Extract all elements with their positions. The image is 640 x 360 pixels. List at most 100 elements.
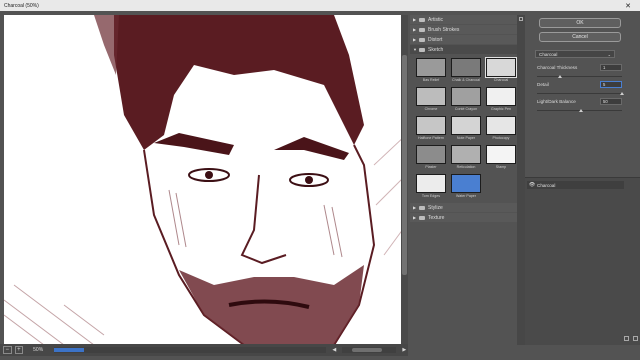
filter-thumb[interactable]: Water Paper: [450, 174, 482, 198]
folder-brush-strokes[interactable]: ▶ Brush Strokes: [410, 25, 517, 34]
folder-label: Texture: [428, 214, 445, 221]
filter-thumb[interactable]: Chrome: [415, 87, 447, 111]
chevron-down-icon: ⌄: [607, 51, 611, 57]
filter-thumb-image: [451, 174, 481, 193]
filter-options: OK Cancel Charcoal ⌄ Charcoal Thickness 1…: [525, 15, 640, 180]
zoom-track[interactable]: [54, 347, 327, 353]
status-bar: − + 50% ◀ ▶: [0, 344, 408, 356]
filter-thumb-label: Halftone Pattern: [418, 136, 444, 140]
folder-texture[interactable]: ▶ Texture: [410, 213, 517, 222]
filter-thumb-label: Chrome: [424, 107, 438, 111]
filter-thumb-label: Water Paper: [455, 194, 477, 198]
effect-layers-panel: 👁 Charcoal: [525, 177, 640, 345]
folder-label: Distort: [428, 36, 443, 43]
filter-thumb-image: [416, 116, 446, 135]
filter-thumb-label: Note Paper: [456, 136, 476, 140]
layer-actions: [527, 336, 638, 343]
folder-distort[interactable]: ▶ Distort: [410, 35, 517, 44]
param-label: Light/Dark Balance: [537, 99, 576, 104]
param-slider[interactable]: [537, 76, 622, 77]
vertical-scroll-thumb[interactable]: [402, 55, 407, 275]
scroll-right-icon[interactable]: ▶: [400, 347, 408, 353]
panel-toggle[interactable]: [517, 15, 525, 345]
zoom-in-button[interactable]: +: [14, 346, 24, 354]
filter-thumb-image: [485, 57, 517, 78]
folder-label: Artistic: [428, 16, 443, 23]
scroll-left-icon[interactable]: ◀: [330, 347, 338, 353]
param-slider-knob[interactable]: [620, 92, 624, 95]
filter-select[interactable]: Charcoal ⌄: [535, 50, 615, 58]
filter-thumb-image: [451, 116, 481, 135]
filter-thumb-label: Plaster: [425, 165, 437, 169]
folder-label: Sketch: [428, 46, 444, 53]
param-label: Detail: [537, 82, 549, 87]
horizontal-scrollbar[interactable]: [342, 347, 397, 353]
param-value-input[interactable]: 5: [600, 81, 622, 88]
filter-thumb-image: [416, 87, 446, 106]
folder-icon: [419, 205, 425, 210]
new-effect-layer-icon[interactable]: [624, 336, 629, 341]
zoom-level[interactable]: 50%: [33, 347, 50, 353]
window-title: Charcoal (50%): [4, 2, 39, 9]
param-slider[interactable]: [537, 93, 622, 94]
filter-thumb-image: [451, 87, 481, 106]
param-value-input[interactable]: 50: [600, 98, 622, 105]
filter-thumb[interactable]: Graphic Pen: [485, 87, 517, 111]
folder-label: Brush Strokes: [428, 26, 460, 33]
filter-thumb-label: Stamp: [495, 165, 507, 169]
filter-thumb[interactable]: Halftone Pattern: [415, 116, 447, 140]
minus-icon: −: [5, 347, 10, 353]
folder-stylize[interactable]: ▶ Stylize: [410, 203, 517, 212]
filter-thumb-image: [451, 58, 481, 77]
filter-thumb[interactable]: Reticulation: [450, 145, 482, 169]
effect-layer-charcoal[interactable]: 👁 Charcoal: [527, 181, 624, 189]
filter-thumb-label: Reticulation: [456, 165, 476, 169]
folder-icon: [419, 47, 425, 52]
delete-effect-layer-icon[interactable]: [633, 336, 638, 341]
charcoal-preview-image: [4, 15, 406, 345]
vertical-scrollbar[interactable]: [401, 15, 408, 345]
filter-thumb-image: [416, 58, 446, 77]
folder-icon: [419, 37, 425, 42]
filter-thumb[interactable]: Conté Crayon: [450, 87, 482, 111]
filter-thumb[interactable]: Torn Edges: [415, 174, 447, 198]
folder-artistic[interactable]: ▶ Artistic: [410, 15, 517, 24]
filter-thumb-image: [486, 116, 516, 135]
param-2: Light/Dark Balance 50: [537, 98, 622, 112]
preview-canvas[interactable]: [4, 15, 406, 345]
zoom-fill: [54, 348, 85, 352]
filter-thumb[interactable]: Charcoal: [485, 57, 517, 82]
cancel-button[interactable]: Cancel: [539, 32, 621, 42]
filter-thumb[interactable]: Chalk & Charcoal: [450, 58, 482, 82]
param-slider-knob[interactable]: [578, 109, 583, 112]
zoom-out-button[interactable]: −: [3, 346, 12, 354]
filter-thumb[interactable]: Stamp: [485, 145, 517, 169]
folder-icon: [419, 17, 425, 22]
folder-label: Stylize: [428, 204, 443, 211]
param-1: Detail 5: [537, 81, 624, 95]
param-0: Charcoal Thickness 1: [537, 64, 622, 78]
folder-sketch[interactable]: ▼ Sketch: [410, 45, 517, 54]
param-slider-knob[interactable]: [557, 75, 562, 78]
filter-thumb[interactable]: Note Paper: [450, 116, 482, 140]
param-label: Charcoal Thickness: [537, 65, 578, 70]
filter-thumb-image: [416, 174, 446, 193]
horizontal-scroll-thumb[interactable]: [352, 348, 382, 352]
filter-thumb[interactable]: Photocopy: [485, 116, 517, 140]
eye-icon[interactable]: 👁: [527, 182, 537, 188]
filter-gallery: ▶ Artistic ▶ Brush Strokes ▶ Distort ▼ Sketch…: [410, 15, 517, 345]
filter-thumb-label: Bas Relief: [422, 78, 440, 82]
filter-thumb[interactable]: Plaster: [415, 145, 447, 169]
ok-button[interactable]: OK: [539, 18, 621, 28]
close-icon[interactable]: ✕: [616, 2, 640, 10]
filter-thumb-label: Conté Crayon: [454, 107, 478, 111]
filter-thumb[interactable]: Bas Relief: [415, 58, 447, 82]
filter-thumb-image: [451, 145, 481, 164]
filter-thumb-image: [486, 145, 516, 164]
filter-thumb-label: Graphic Pen: [491, 107, 511, 111]
collapse-icon[interactable]: [519, 17, 523, 21]
filter-thumbnails: Bas Relief Chalk & Charcoal Charcoal Chrome…: [410, 55, 517, 203]
filter-thumb-label: Torn Edges: [421, 194, 441, 198]
param-value-input[interactable]: 1: [600, 64, 622, 71]
filter-thumb-label: Photocopy: [492, 136, 510, 140]
